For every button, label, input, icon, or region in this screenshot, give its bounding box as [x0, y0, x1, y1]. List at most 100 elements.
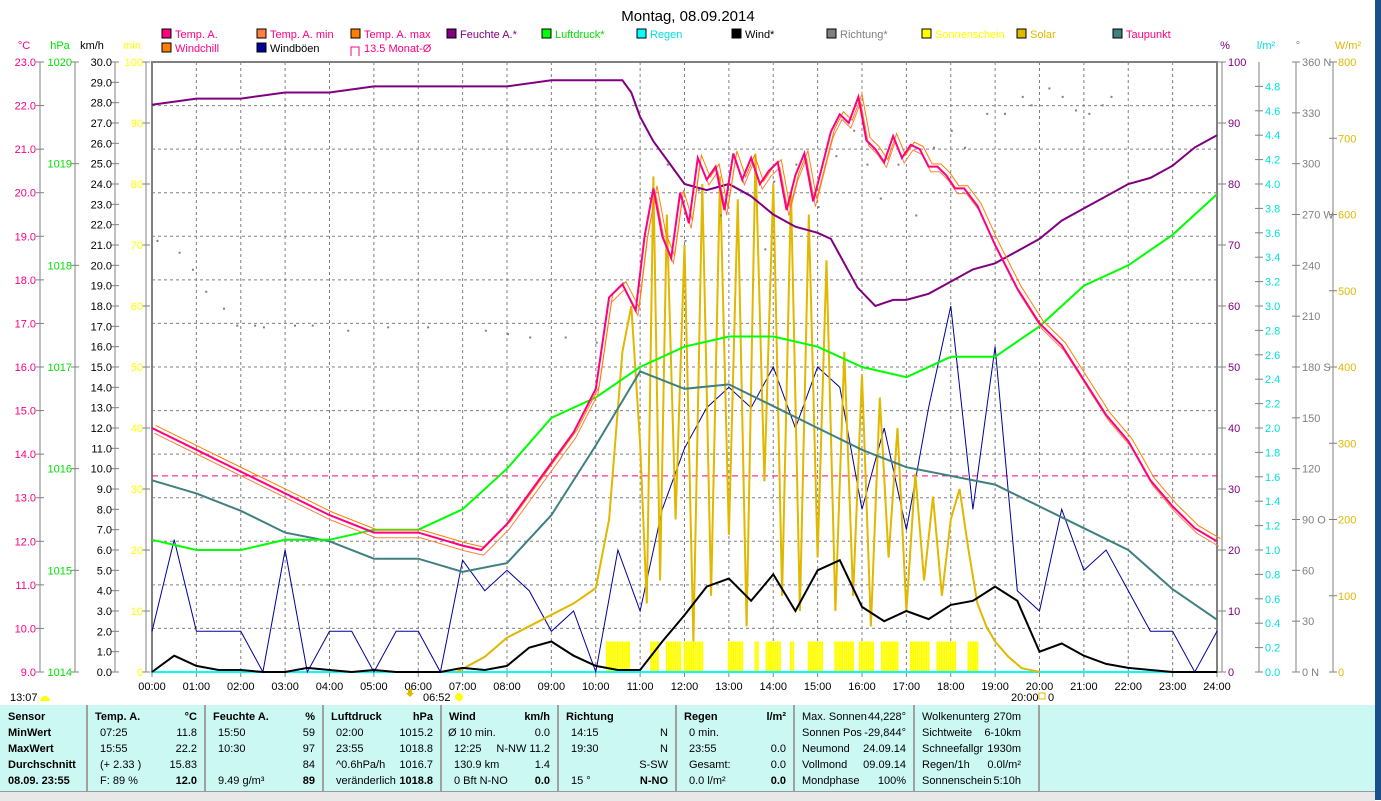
wind-axis-label: 13.0: [91, 403, 112, 415]
wind-axis-label: 8.0: [97, 504, 112, 516]
stats-value: 0.0: [534, 775, 550, 787]
direction-point: [254, 324, 257, 327]
wind-axis-label: 3.0: [97, 606, 112, 618]
stats-value: 6-10km: [984, 727, 1021, 739]
stats-header: Luftdruck: [331, 711, 382, 723]
stats-label: Wolkenunterg: [922, 711, 990, 723]
time-axis-label: 03:00: [271, 681, 299, 693]
wind-axis-label: 11.0: [91, 443, 112, 455]
direction-point: [156, 239, 159, 242]
minutes-axis-label: 50: [131, 362, 143, 374]
direction-point: [879, 197, 882, 200]
stats-value-label: 23:55: [689, 743, 717, 755]
stats-unit: hPa: [412, 711, 433, 723]
direction-point: [223, 307, 225, 310]
wind-axis-unit: km/h: [80, 40, 104, 52]
minutes-axis-label: 40: [131, 423, 143, 435]
rain-axis-label: 3.0: [1265, 301, 1280, 313]
legend-swatch: [256, 28, 267, 39]
stats-row-label: Durchschnitt: [8, 759, 76, 771]
stats-value: 0.0: [770, 759, 786, 771]
stats-value-label: 12:25: [454, 743, 482, 755]
stats-value-label: (+ 2.33 ): [100, 759, 142, 771]
temp-axis-label: 16.0: [15, 362, 36, 374]
time-axis-label: 17:00: [893, 681, 921, 693]
pressure-axis-label: 1017: [48, 362, 72, 374]
direction-axis-unit: °: [1296, 40, 1300, 52]
legend-label: Windchill: [175, 43, 219, 55]
rain-axis-label: 1.6: [1265, 472, 1280, 484]
wind-axis-label: 19.0: [91, 281, 112, 293]
stats-label: Schneefallgr: [922, 743, 984, 755]
direction-point: [1088, 112, 1091, 115]
humidity-axis-label: 70: [1228, 240, 1240, 252]
rain-axis-label: 3.6: [1265, 228, 1280, 240]
stats-value: S-SW: [639, 759, 668, 771]
wind-axis-label: 15.0: [91, 362, 112, 374]
stats-value: 0.0: [770, 743, 786, 755]
pressure-axis-label: 1016: [48, 464, 72, 476]
direction-axis-label: 210: [1302, 311, 1320, 323]
stats-header: Sensor: [8, 711, 46, 723]
stats-value-label: 130.9 km: [454, 759, 500, 771]
legend-swatch: [1016, 28, 1027, 39]
time-axis-label: 09:00: [538, 681, 566, 693]
stats-value-label: 19:30: [571, 743, 599, 755]
stats-value: 84: [302, 759, 315, 771]
rain-axis-label: 4.6: [1265, 106, 1280, 118]
moon-time-label: 13:07: [10, 692, 38, 704]
stats-value-label: ^0.6hPa/h: [336, 759, 386, 771]
stats-value-label: Gesamt:: [689, 759, 731, 771]
series-temp-max-line: [155, 92, 1221, 548]
stats-value: N: [660, 743, 668, 755]
wind-axis-label: 4.0: [97, 586, 112, 598]
solar-axis-label: 0: [1338, 667, 1344, 679]
wind-axis-label: 25.0: [91, 159, 112, 171]
wind-axis-label: 14.0: [91, 382, 112, 394]
stats-value: -29,844°: [864, 727, 906, 739]
pressure-axis-label: 1015: [48, 565, 72, 577]
rain-axis-label: 2.6: [1265, 350, 1280, 362]
direction-point: [347, 329, 350, 332]
stats-value: N-NW 11.2: [496, 743, 550, 755]
temp-axis-label: 21.0: [15, 144, 36, 156]
pressure-axis-label: 1014: [48, 667, 72, 679]
legend-label: Wind*: [745, 29, 775, 41]
direction-point: [595, 341, 598, 344]
direction-point: [1048, 87, 1051, 90]
chart-series: [151, 79, 1221, 674]
stats-value-label: Ø 10 min.: [448, 727, 496, 739]
minutes-axis-unit: min: [123, 40, 141, 52]
wind-axis-label: 23.0: [91, 199, 112, 211]
time-axis-label: 00:00: [138, 681, 166, 693]
direction-point: [986, 112, 989, 115]
humidity-axis-label: 100: [1228, 57, 1246, 69]
stats-row-label: 08.09. 23:55: [8, 775, 70, 787]
legend-swatch: [161, 28, 172, 39]
time-axis-label: 18:00: [937, 681, 965, 693]
stats-value: 59: [302, 727, 315, 739]
direction-axis-label: 180 S: [1302, 362, 1331, 374]
temp-axis-label: 18.0: [15, 275, 36, 287]
solar-axis-label: 600: [1338, 210, 1356, 222]
stats-value-label: F: 89 %: [100, 775, 138, 787]
stats-value: 89: [302, 775, 315, 787]
minutes-axis-label: 20: [131, 545, 143, 557]
humidity-axis-label: 40: [1228, 423, 1240, 435]
time-axis-label: 15:00: [804, 681, 832, 693]
direction-point: [964, 146, 967, 149]
legend-label: Temp. A.: [175, 29, 218, 41]
direction-point: [262, 326, 265, 329]
stats-value-label: 0.0 l/m²: [689, 775, 726, 787]
solar-axis-label: 400: [1338, 362, 1356, 374]
direction-axis-label: 0 N: [1302, 667, 1319, 679]
wind-axis-label: 28.0: [91, 98, 112, 110]
stats-value-label: 0 Bft N-NO: [454, 775, 508, 787]
humidity-axis-label: 60: [1228, 301, 1240, 313]
time-axis-label: 21:00: [1070, 681, 1098, 693]
rain-axis-label: 1.4: [1265, 496, 1280, 508]
minutes-axis-label: 30: [131, 484, 143, 496]
pressure-axis-label: 1019: [48, 159, 72, 171]
rain-axis-label: 0.8: [1265, 569, 1280, 581]
rain-axis-label: 2.8: [1265, 325, 1280, 337]
